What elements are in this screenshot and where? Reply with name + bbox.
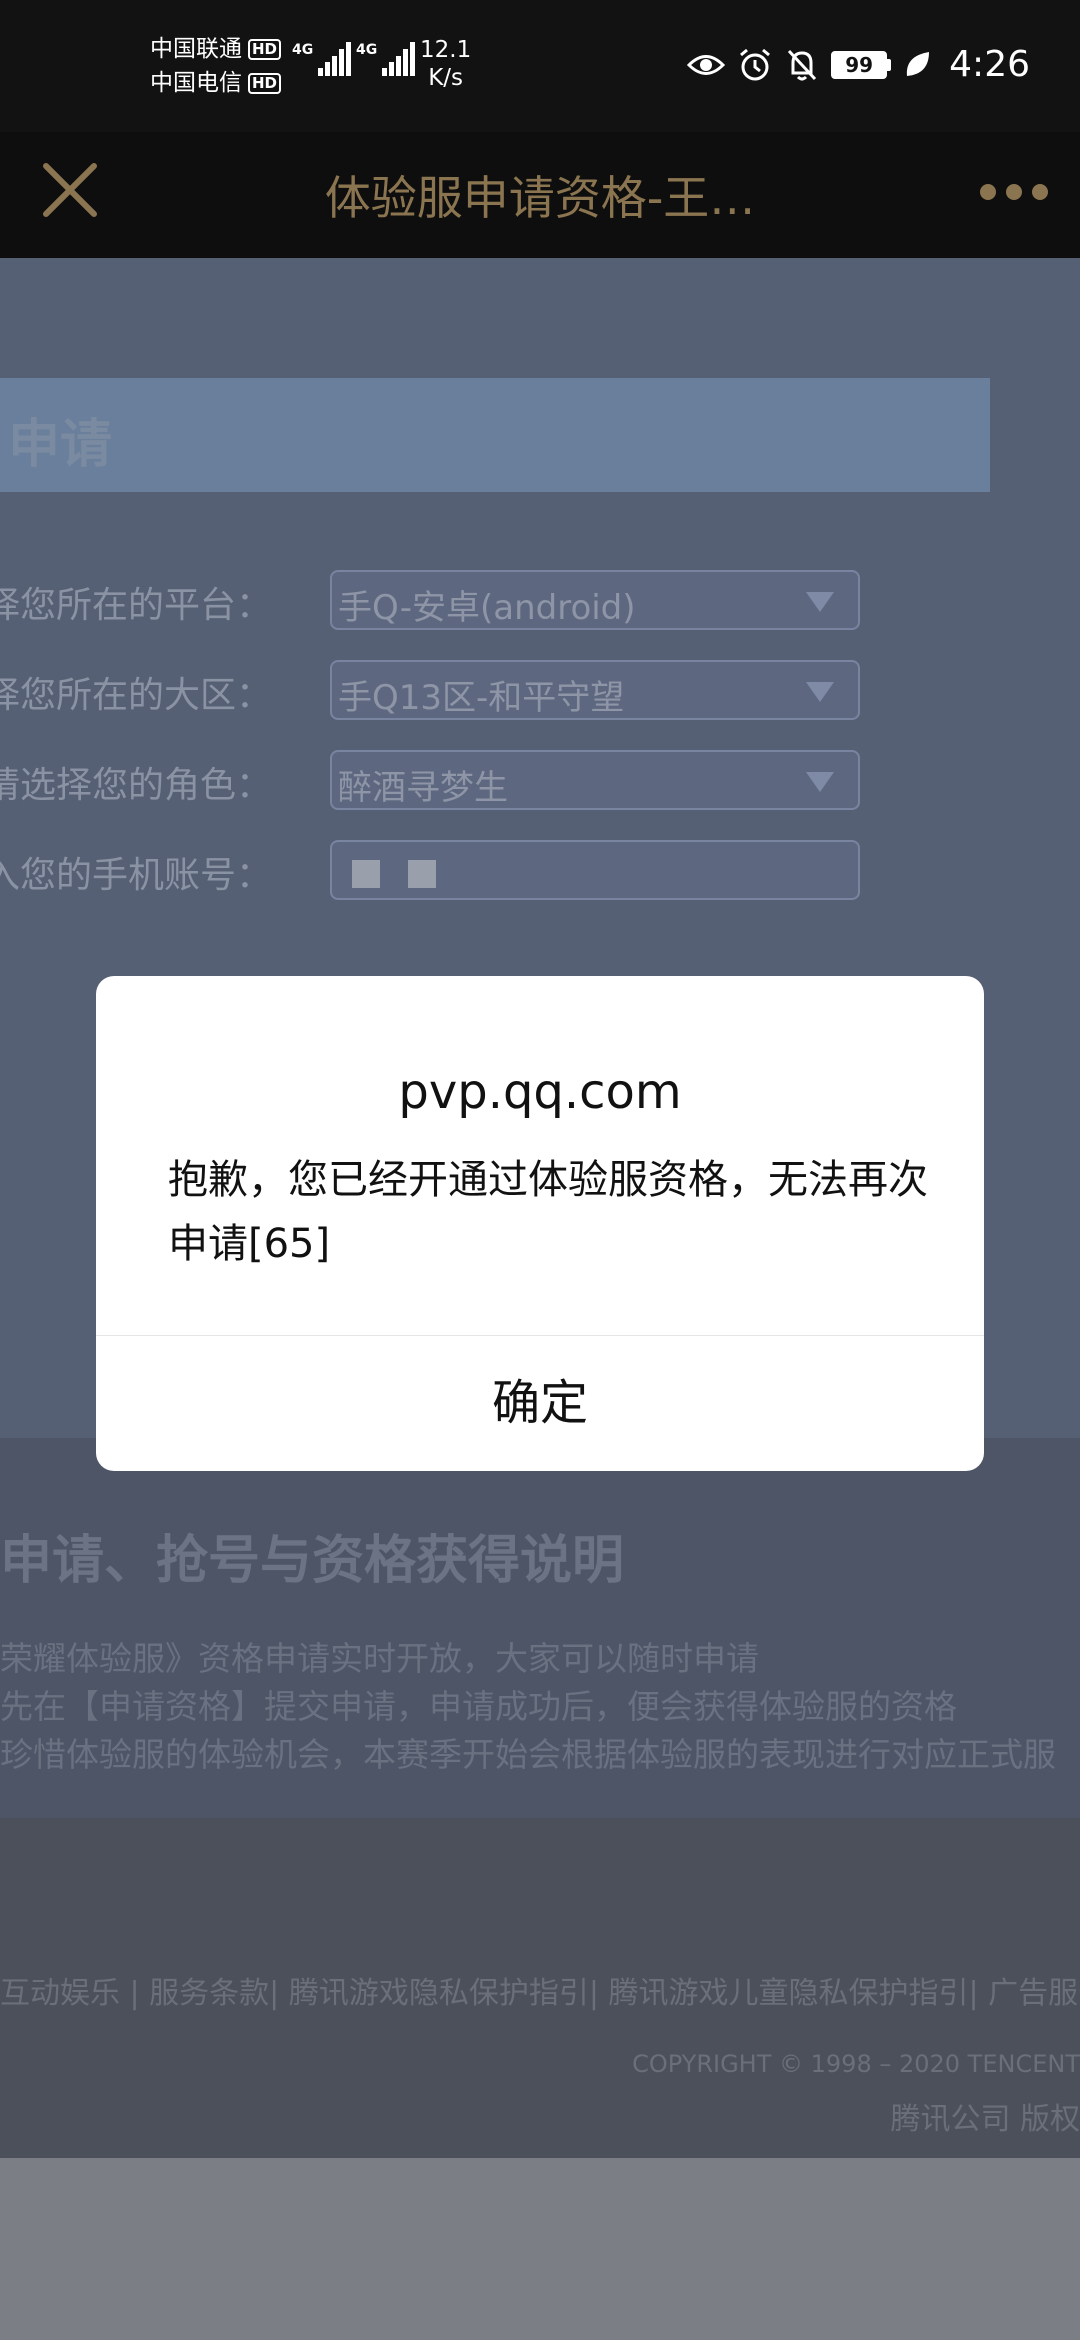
footer-links[interactable]: 互动娱乐 | 服务条款| 腾讯游戏隐私保护指引| 腾讯游戏儿童隐私保护指引| 广… xyxy=(0,1968,1080,2012)
info-line-1: 荣耀体验服》资格申请实时开放，大家可以随时申请 xyxy=(0,1639,759,1678)
apply-title: 申请 xyxy=(8,415,113,475)
nav-bar: 体验服申请资格-王… xyxy=(0,132,1080,258)
platform-select[interactable]: 手Q-安卓(android) xyxy=(330,570,860,630)
confirm-button[interactable]: 确定 xyxy=(96,1336,984,1471)
info-line-2: 先在【申请资格】提交申请，申请成功后，便会获得体验服的资格 xyxy=(0,1687,957,1726)
hd-badge-2: HD xyxy=(248,72,282,94)
phone-label: 输入您的手机账号： xyxy=(0,855,272,896)
role-label: 请选择您的角色： xyxy=(0,765,272,806)
clock: 4:26 xyxy=(949,44,1030,85)
signal-1-icon: 4G xyxy=(292,42,352,76)
platform-label: 选择您所在的平台： xyxy=(0,585,272,626)
carrier-info: 中国联通 HD 中国电信 HD xyxy=(150,32,282,100)
network-type-2: 4G xyxy=(356,42,378,58)
dropdown-arrow-icon xyxy=(806,592,834,612)
dropdown-arrow-icon xyxy=(806,682,834,702)
masked-phone xyxy=(352,860,436,888)
carrier-1-label: 中国联通 xyxy=(150,36,242,62)
carrier-row-2: 中国电信 HD xyxy=(150,66,282,100)
region-label: 选择您所在的大区： xyxy=(0,675,272,716)
form-row-region: 选择您所在的大区： 手Q13区-和平守望 xyxy=(0,660,1080,720)
dropdown-arrow-icon xyxy=(806,772,834,792)
role-value: 醉酒寻梦生 xyxy=(338,768,508,808)
hd-badge-1: HD xyxy=(248,38,282,60)
battery-icon: 99 xyxy=(831,50,892,79)
page-bottom-area xyxy=(0,2158,1080,2340)
carrier-row-1: 中国联通 HD xyxy=(150,32,282,66)
status-icons: 99 4:26 xyxy=(687,44,1030,85)
role-select[interactable]: 醉酒寻梦生 xyxy=(330,750,860,810)
dialog-title: pvp.qq.com xyxy=(398,1064,682,1120)
company-name: 腾讯公司 版权 xyxy=(890,2102,1080,2137)
carrier-2-label: 中国电信 xyxy=(150,70,242,96)
region-select[interactable]: 手Q13区-和平守望 xyxy=(330,660,860,720)
copyright: COPYRIGHT © 1998 – 2020 TENCENT xyxy=(632,2050,1080,2078)
form-row-role: 请选择您的角色： 醉酒寻梦生 xyxy=(0,750,1080,810)
network-speed: 12.1 K/s xyxy=(420,36,471,92)
more-icon[interactable] xyxy=(980,172,1050,212)
network-type-1: 4G xyxy=(292,42,314,58)
speed-unit: K/s xyxy=(428,65,464,91)
alarm-icon xyxy=(740,48,771,80)
page-title: 体验服申请资格-王… xyxy=(324,171,756,225)
bell-muted-icon xyxy=(788,49,817,80)
form-row-phone: 输入您的手机账号： xyxy=(0,840,1080,900)
eye-icon xyxy=(687,54,726,75)
speed-value: 12.1 xyxy=(420,37,472,63)
phone-input[interactable] xyxy=(330,840,860,900)
info-title: 申请、抢号与资格获得说明 xyxy=(0,1531,625,1591)
info-section: 申请、抢号与资格获得说明 荣耀体验服》资格申请实时开放，大家可以随时申请 先在【… xyxy=(0,1438,1080,1818)
apply-header: 申请 xyxy=(0,378,990,492)
form-row-platform: 选择您所在的平台： 手Q-安卓(android) xyxy=(0,570,1080,630)
status-bar: 中国联通 HD 中国电信 HD 4G 4G 12.1 K/s 99 4:26 xyxy=(0,0,1080,132)
platform-value: 手Q-安卓(android) xyxy=(338,588,636,628)
dialog-message: 抱歉，您已经开通过体验服资格，无法再次申请[65] xyxy=(168,1157,928,1267)
leaf-icon xyxy=(907,51,930,76)
signal-2-icon: 4G xyxy=(356,42,416,76)
info-line-3: 珍惜体验服的体验机会，本赛季开始会根据体验服的表现进行对应正式服 xyxy=(0,1735,1056,1774)
alert-dialog: pvp.qq.com 抱歉，您已经开通过体验服资格，无法再次申请[65] 确定 xyxy=(96,976,984,1471)
footer: 互动娱乐 | 服务条款| 腾讯游戏隐私保护指引| 腾讯游戏儿童隐私保护指引| 广… xyxy=(0,1818,1080,2158)
battery-level: 99 xyxy=(831,50,888,79)
region-value: 手Q13区-和平守望 xyxy=(338,678,625,718)
